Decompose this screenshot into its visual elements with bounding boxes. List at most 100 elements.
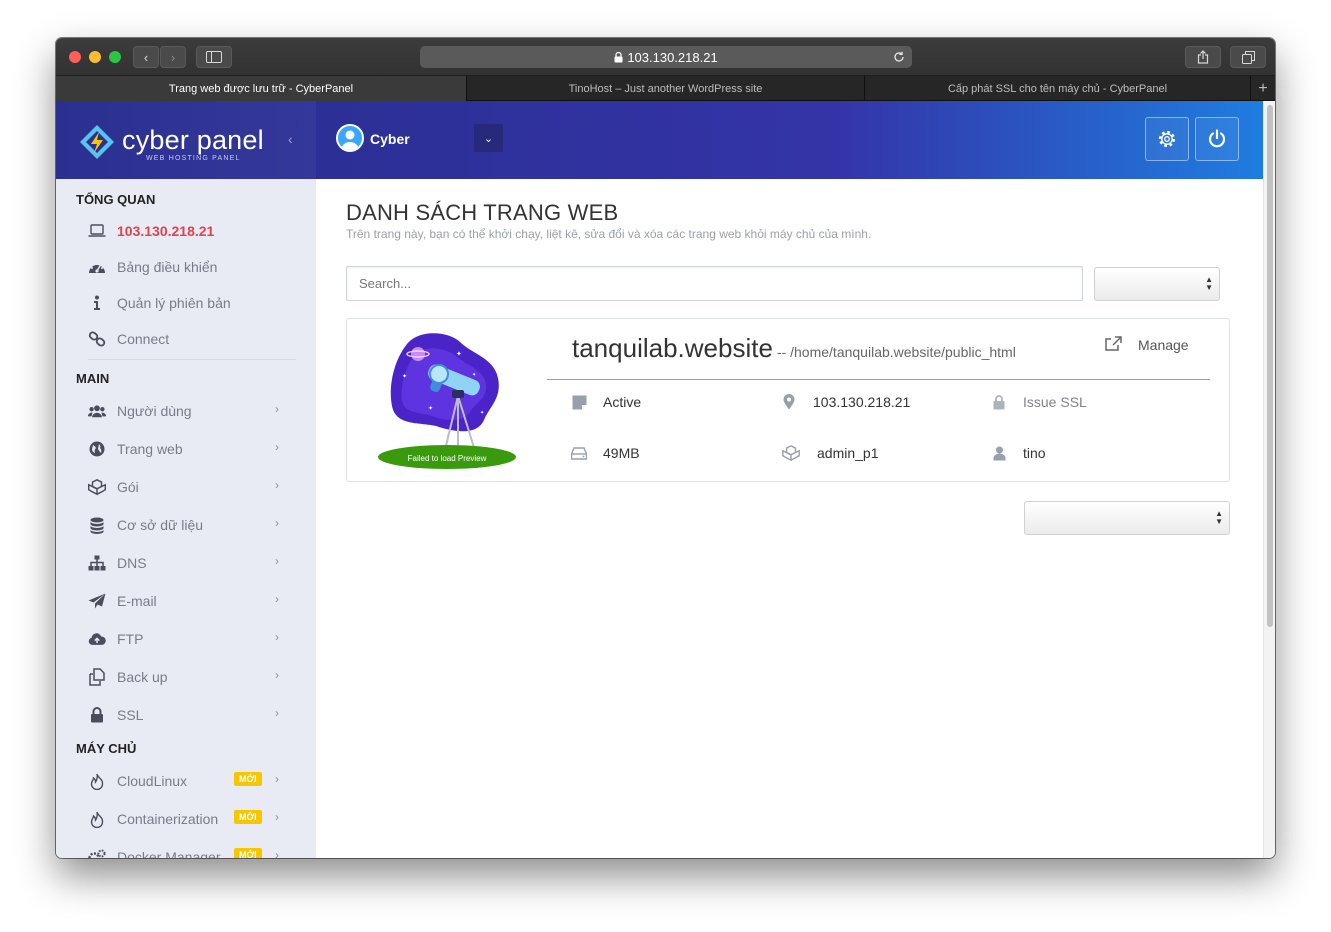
website-domain[interactable]: tanquilab.website -- /home/tanquilab.webs… — [572, 333, 1016, 364]
user-avatar[interactable] — [336, 124, 364, 152]
sitemap-icon — [88, 554, 106, 572]
close-window-button[interactable] — [69, 51, 81, 63]
info-icon — [88, 294, 106, 312]
sidebar-item-ftp[interactable]: FTP › — [56, 620, 316, 658]
sidebar-item-packages[interactable]: Gói › — [56, 468, 316, 506]
section-title-overview: TỔNG QUAN — [76, 192, 156, 207]
gear-icon — [1158, 130, 1176, 148]
main-content: DANH SÁCH TRANG WEB Trên trang này, bạn … — [316, 179, 1263, 858]
chevron-right-icon: › — [275, 554, 279, 568]
sidebar-item-email[interactable]: E-mail › — [56, 582, 316, 620]
cubes-icon — [88, 478, 106, 496]
chevron-right-icon: › — [275, 668, 279, 682]
website-owner: tino — [991, 445, 1046, 461]
select-arrows-icon: ▲ ▼ — [1205, 275, 1213, 292]
chevron-right-icon: › — [275, 478, 279, 492]
filter-select[interactable]: ▲ ▼ — [1094, 267, 1220, 301]
sidebar-item-server-ip[interactable]: 103.130.218.21 — [56, 213, 316, 249]
website-status: Active — [571, 394, 641, 410]
flame-icon — [88, 810, 106, 828]
settings-button[interactable] — [1145, 117, 1189, 161]
tab-tinohost[interactable]: TinoHost – Just another WordPress site — [467, 76, 865, 101]
laptop-icon — [88, 222, 106, 240]
sidebar-item-label: DNS — [117, 555, 147, 571]
dashboard-icon — [88, 258, 106, 276]
reload-icon[interactable] — [893, 51, 905, 63]
tabs-overview-button[interactable] — [1230, 46, 1266, 68]
pagination-select[interactable]: ▲ ▼ — [1024, 501, 1230, 535]
sidebar-item-label: CloudLinux — [117, 773, 188, 789]
external-link-icon — [1105, 336, 1122, 354]
address-bar[interactable]: 103.130.218.21 — [420, 46, 912, 68]
website-card: ✦ ✦ ✦ ✦ ✦ Failed to load Preview tanquil… — [346, 318, 1230, 482]
sidebar-item-dashboard[interactable]: Bảng điều khiển — [56, 249, 316, 285]
sidebar-item-users[interactable]: Người dùng › — [56, 392, 316, 430]
search-input[interactable]: Search... — [346, 266, 1083, 301]
tab-websites[interactable]: Trang web được lưu trữ - CyberPanel — [56, 76, 467, 101]
sidebar-toggle-button[interactable] — [196, 46, 232, 68]
svg-text:✦: ✦ — [428, 405, 433, 412]
sidebar-item-label: Connect — [117, 331, 170, 347]
user-name[interactable]: Cyber — [370, 131, 410, 147]
chevron-right-icon: › — [275, 402, 279, 416]
share-button[interactable] — [1185, 46, 1221, 68]
svg-text:✦: ✦ — [402, 373, 407, 380]
chevron-right-icon: › — [170, 49, 176, 65]
sidebar-item-label: Back up — [117, 669, 168, 685]
sidebar-item-label: Người dùng — [117, 403, 192, 419]
sidebar-item-containerization[interactable]: Containerization MỚI › — [56, 800, 316, 838]
chevron-down-icon: ⌄ — [483, 132, 494, 145]
sidebar-item-label: E-mail — [117, 593, 157, 609]
sidebar-item-cloudlinux[interactable]: CloudLinux MỚI › — [56, 762, 316, 800]
user-menu-dropdown[interactable]: ⌄ — [474, 124, 503, 152]
cloud-upload-icon — [88, 630, 106, 648]
card-divider — [547, 379, 1210, 380]
page-scrollbar[interactable] — [1263, 101, 1275, 858]
new-badge: MỚI — [234, 848, 262, 858]
forward-button[interactable]: › — [160, 46, 186, 68]
sidebar-item-label: Quản lý phiên bản — [117, 295, 231, 311]
sidebar-item-connect[interactable]: Connect — [56, 321, 316, 357]
scrollbar-thumb[interactable] — [1267, 105, 1273, 627]
select-arrows-icon: ▲ ▼ — [1215, 509, 1223, 526]
sidebar-item-label: SSL — [117, 707, 144, 723]
top-header: Cyber ⌄ — [316, 101, 1263, 179]
sidebar-item-docker-manager[interactable]: Docker Manager MỚI › — [56, 838, 316, 858]
maximize-window-button[interactable] — [109, 51, 121, 63]
tab-ssl-hostname[interactable]: Cấp phát SSL cho tên máy chủ - CyberPane… — [865, 76, 1251, 101]
address-text: 103.130.218.21 — [627, 49, 718, 65]
sidebar-item-backup[interactable]: Back up › — [56, 658, 316, 696]
users-icon — [88, 402, 106, 420]
flame-icon — [88, 772, 106, 790]
sidebar-item-label: Trang web — [117, 441, 183, 457]
sidebar-item-dns[interactable]: DNS › — [56, 544, 316, 582]
logout-button[interactable] — [1195, 117, 1239, 161]
chevron-right-icon: › — [275, 848, 279, 858]
globe-icon — [88, 440, 106, 458]
issue-ssl-link[interactable]: Issue SSL — [991, 394, 1087, 410]
lock-icon — [614, 51, 623, 62]
chevron-right-icon: › — [275, 706, 279, 720]
sidebar: cyber panel WEB HOSTING PANEL ‹ TỔNG QUA… — [56, 101, 316, 858]
chevron-right-icon: › — [275, 772, 279, 786]
manage-link[interactable]: Manage — [1105, 336, 1189, 354]
sidebar-item-label: Bảng điều khiển — [117, 259, 218, 275]
user-icon — [341, 130, 359, 150]
sidebar-item-version-management[interactable]: Quản lý phiên bản — [56, 285, 316, 321]
power-icon — [1208, 129, 1226, 148]
sidebar-item-label: Cơ sở dữ liệu — [117, 517, 204, 533]
sidebar-item-label: Docker Manager — [117, 849, 221, 858]
cubes-icon — [781, 445, 801, 461]
sidebar-collapse-icon[interactable]: ‹ — [288, 131, 293, 147]
page-title: DANH SÁCH TRANG WEB — [346, 200, 619, 225]
new-tab-button[interactable]: + — [1251, 76, 1275, 101]
new-badge: MỚI — [234, 772, 262, 786]
logo-text: cyber panel — [122, 125, 264, 155]
sidebar-item-databases[interactable]: Cơ sở dữ liệu › — [56, 506, 316, 544]
back-button[interactable]: ‹ — [133, 46, 159, 68]
hard-drive-icon — [571, 445, 587, 461]
sidebar-item-websites[interactable]: Trang web › — [56, 430, 316, 468]
sidebar-item-ssl[interactable]: SSL › — [56, 696, 316, 734]
sidebar-item-label: FTP — [117, 631, 144, 647]
minimize-window-button[interactable] — [89, 51, 101, 63]
